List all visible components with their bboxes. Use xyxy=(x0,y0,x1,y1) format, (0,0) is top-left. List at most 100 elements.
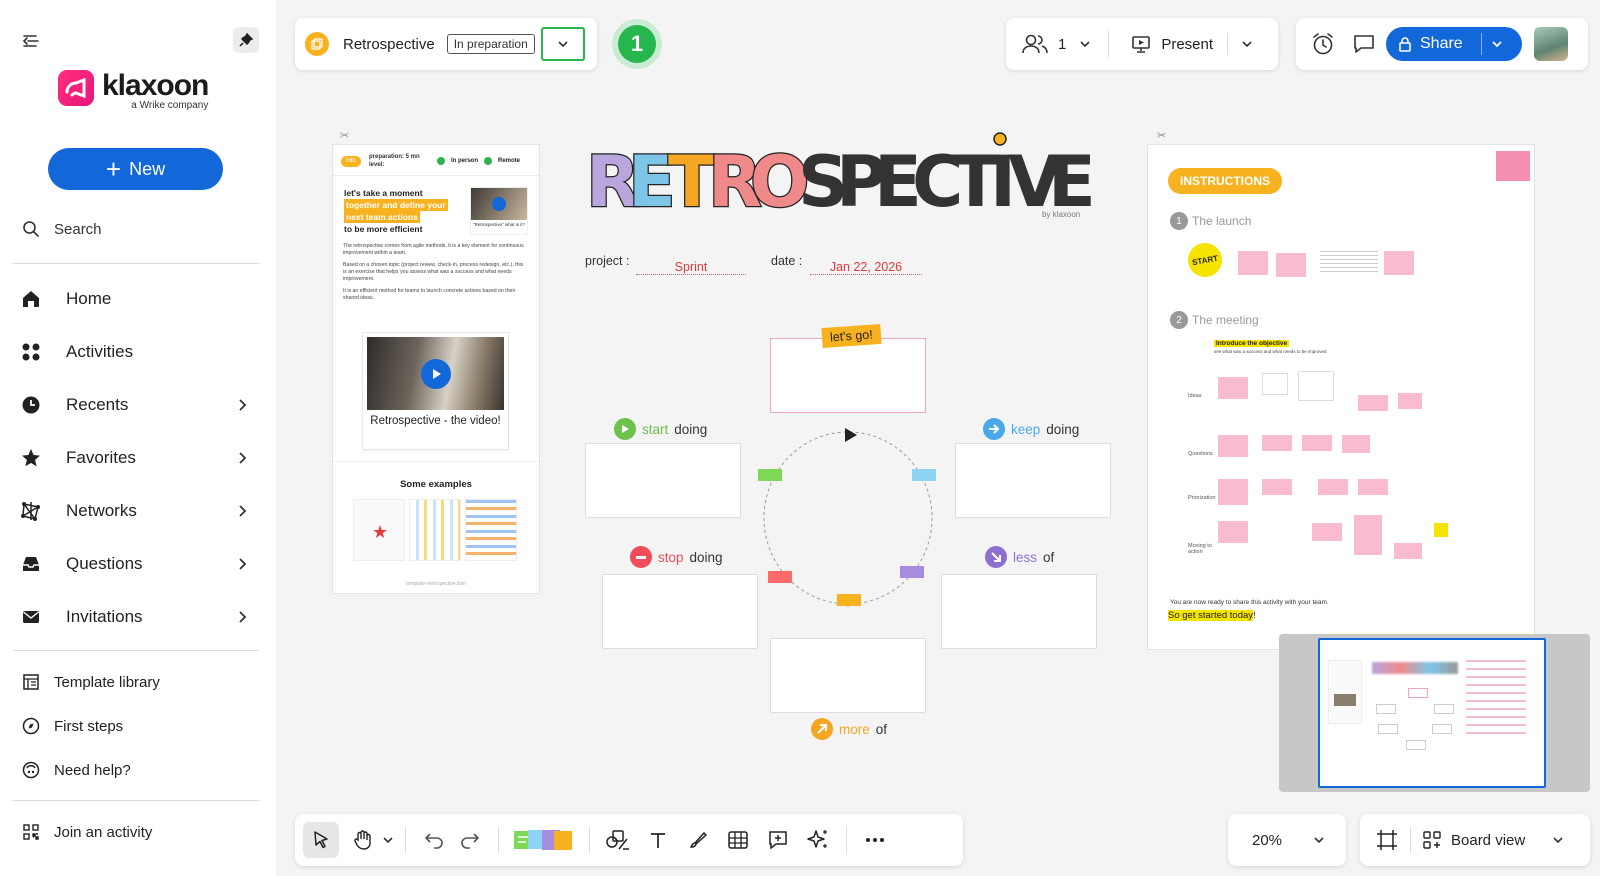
select-tool[interactable] xyxy=(303,822,339,858)
play-icon[interactable] xyxy=(421,359,451,389)
video-card-label: Retrospective - the video! xyxy=(370,415,501,427)
sticky-notes-tool[interactable] xyxy=(509,822,579,858)
template-info-card[interactable]: info preparation: 5 mn level: In person … xyxy=(332,144,540,594)
instructions-card[interactable]: INSTRUCTIONS 1 The launch START 2 The me… xyxy=(1147,144,1535,650)
date-label: date : xyxy=(771,254,803,268)
sidebar: klaxoon a Wrike company + New Search Hom… xyxy=(0,0,276,876)
sidebar-item-activities[interactable]: Activities xyxy=(20,337,250,367)
chevron-down-icon[interactable] xyxy=(381,833,395,847)
network-icon xyxy=(20,500,42,522)
participants-icon[interactable] xyxy=(1022,33,1048,55)
redo-button[interactable] xyxy=(452,822,488,858)
collapse-sidebar-icon[interactable] xyxy=(20,30,42,52)
join-activity-button[interactable]: Join an activity xyxy=(22,823,152,841)
date-value[interactable]: Jan 22, 2026 xyxy=(810,260,922,275)
lets-go-sticky[interactable]: let's go! xyxy=(821,323,882,349)
pin-icon[interactable] xyxy=(233,27,259,53)
zone-more-label: more of xyxy=(811,718,887,740)
check-icon xyxy=(437,157,445,165)
search-item[interactable]: Search xyxy=(22,220,102,238)
sticky-note[interactable] xyxy=(900,566,924,578)
instruction-thumb xyxy=(1358,479,1388,495)
sidebar-item-recents[interactable]: Recents xyxy=(20,390,250,420)
zone-less-area[interactable] xyxy=(941,574,1097,649)
sidebar-item-questions[interactable]: Questions xyxy=(20,549,250,579)
sidebar-item-template-library[interactable]: Template library xyxy=(22,673,160,691)
sidebar-item-invitations[interactable]: Invitations xyxy=(20,602,250,632)
project-value[interactable]: Sprint xyxy=(636,260,746,275)
status-dropdown-button[interactable] xyxy=(540,27,585,61)
join-activity-label: Join an activity xyxy=(54,823,153,841)
new-button[interactable]: + New xyxy=(48,148,223,190)
zone-keep-area[interactable] xyxy=(955,443,1111,518)
comments-icon[interactable] xyxy=(1352,33,1376,55)
shapes-tool[interactable] xyxy=(600,822,636,858)
video-thumbnail[interactable] xyxy=(471,188,527,220)
chevron-down-icon[interactable] xyxy=(1312,833,1326,847)
title-dot xyxy=(993,132,1007,146)
example-thumbnail[interactable] xyxy=(409,499,461,561)
sidebar-item-networks[interactable]: Networks xyxy=(20,496,250,526)
example-thumbnail[interactable] xyxy=(465,499,517,561)
sticky-note[interactable] xyxy=(768,571,792,583)
chevron-right-icon xyxy=(239,505,247,517)
minimap-viewport[interactable] xyxy=(1318,638,1546,788)
instruction-thumb xyxy=(1354,515,1382,555)
video-card[interactable]: Retrospective - the video! xyxy=(362,332,509,450)
sidebar-item-first-steps[interactable]: First steps xyxy=(22,717,123,735)
zone-start-area[interactable] xyxy=(585,443,741,518)
present-button[interactable]: Present xyxy=(1131,34,1213,54)
step-number-icon: 1 xyxy=(1170,212,1188,230)
sticky-note[interactable] xyxy=(837,594,861,606)
arrow-up-right-icon xyxy=(811,718,833,740)
headline-highlight: next team actions xyxy=(344,211,420,223)
board-title[interactable]: Retrospective xyxy=(343,36,435,53)
table-tool[interactable] xyxy=(720,822,756,858)
pen-tool[interactable] xyxy=(680,822,716,858)
frame-icon[interactable] xyxy=(1376,829,1398,851)
share-button[interactable]: Share xyxy=(1386,27,1522,61)
chevron-down-icon[interactable] xyxy=(1551,833,1565,847)
sticky-note[interactable] xyxy=(758,469,782,481)
inbox-icon xyxy=(20,553,42,575)
chevron-down-icon[interactable] xyxy=(1240,37,1254,51)
user-avatar[interactable] xyxy=(1534,27,1568,61)
status-badge[interactable]: In preparation xyxy=(446,34,535,54)
ai-tool[interactable] xyxy=(800,822,836,858)
example-thumbnail[interactable]: ★ xyxy=(353,499,405,561)
mode-in-person: In person xyxy=(451,158,479,164)
instruction-thumb xyxy=(1298,371,1334,401)
plus-icon: + xyxy=(105,154,122,184)
zoom-control[interactable]: 20% xyxy=(1228,814,1346,866)
zone-word: doing xyxy=(674,421,708,437)
sidebar-divider xyxy=(13,263,259,264)
zone-word: of xyxy=(1043,549,1055,565)
board-view-label: Board view xyxy=(1451,831,1526,849)
minimap[interactable] xyxy=(1279,634,1590,792)
board-view-button[interactable]: Board view xyxy=(1423,831,1525,849)
zone-stop-area[interactable] xyxy=(602,574,758,649)
undo-button[interactable] xyxy=(416,822,452,858)
lets-go-zone[interactable] xyxy=(770,338,926,413)
zone-more-area[interactable] xyxy=(770,638,926,713)
instruction-thumb xyxy=(1218,479,1248,505)
text-tool[interactable] xyxy=(640,822,676,858)
hand-tool[interactable] xyxy=(345,822,381,858)
objective-sub: see what was a success and what needs to… xyxy=(1214,349,1327,354)
comment-tool[interactable] xyxy=(760,822,796,858)
cursor-icon xyxy=(314,831,328,849)
retrospective-title: RETROSPECTIVE xyxy=(584,130,1094,220)
instruction-step: The meeting xyxy=(1192,313,1259,327)
lock-icon xyxy=(1399,37,1411,52)
sticky-note[interactable] xyxy=(912,469,936,481)
video-preview[interactable] xyxy=(367,337,504,410)
sidebar-item-need-help[interactable]: Need help? xyxy=(22,761,131,779)
pink-note[interactable] xyxy=(1496,151,1530,181)
chevron-down-icon[interactable] xyxy=(1078,37,1092,51)
timer-icon[interactable] xyxy=(1310,32,1336,56)
chevron-down-icon[interactable] xyxy=(1490,37,1504,51)
sidebar-item-favorites[interactable]: Favorites xyxy=(20,443,250,473)
more-button[interactable] xyxy=(857,822,893,858)
sidebar-item-home[interactable]: Home xyxy=(20,284,250,314)
zone-less-label: less of xyxy=(985,546,1054,568)
